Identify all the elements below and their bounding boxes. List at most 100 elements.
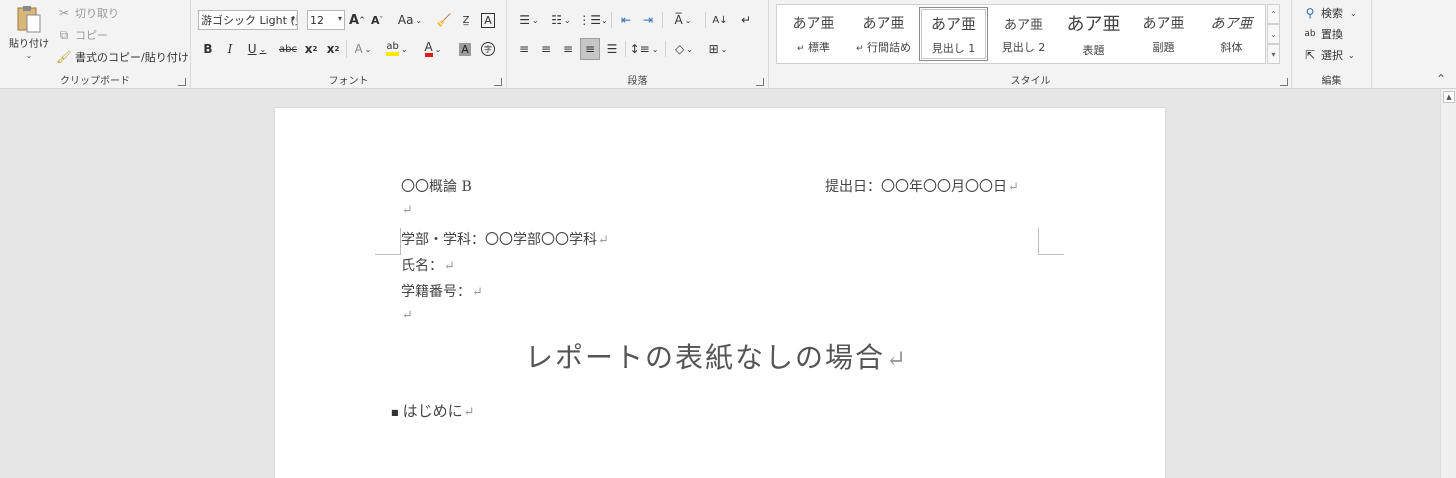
paste-icon — [16, 4, 42, 34]
copy-label: コピー — [75, 29, 108, 42]
superscript-button[interactable]: x2 — [325, 39, 341, 59]
highlight-color-icon[interactable]: ab ⌄ — [383, 39, 411, 59]
paste-label: 貼り付け — [9, 39, 49, 50]
replace-button[interactable]: ab 置換 — [1302, 26, 1343, 42]
change-case-label: Aa — [397, 13, 414, 27]
paragraph-dialog-launcher[interactable] — [756, 78, 764, 86]
scroll-up-arrow-icon[interactable]: ▲ — [1443, 91, 1455, 103]
strikethrough-label: abc — [279, 43, 297, 55]
grow-font-button[interactable]: A ^ — [349, 10, 365, 30]
show-formatting-marks-icon[interactable]: ↵ — [737, 10, 755, 30]
divider — [662, 12, 663, 28]
clear-formatting-icon[interactable]: 🧹 — [435, 10, 453, 30]
submission-date: 提出日：〇〇年〇〇月〇〇日↵ — [825, 179, 1019, 195]
divider — [346, 40, 347, 58]
editing-group-label: 編集 — [1321, 76, 1342, 87]
chevron-down-icon: ▾ — [337, 14, 342, 23]
styles-label-area: スタイル — [769, 0, 1292, 89]
clipboard-group-label: クリップボード — [60, 76, 130, 87]
font-dialog-launcher[interactable] — [494, 78, 502, 86]
crop-mark — [1038, 228, 1064, 255]
strikethrough-button[interactable]: abc — [277, 39, 299, 59]
paragraph-group-label: 段落 — [627, 76, 648, 87]
document-page[interactable]: 〇〇概論 B 提出日：〇〇年〇〇月〇〇日↵ ↵ 学部・学科：〇〇学部〇〇学科↵ … — [275, 108, 1165, 478]
chevron-down-icon: ⌄ — [25, 51, 33, 60]
name-line: 氏名：↵ — [401, 258, 455, 274]
borders-icon[interactable]: ⊞ ⌄ — [703, 39, 733, 59]
select-button[interactable]: ⇱ 選択 ⌄ — [1302, 47, 1355, 63]
document-title: レポートの表紙なしの場合↵ — [525, 341, 909, 374]
styles-group-label: スタイル — [1010, 76, 1051, 87]
replace-label: 置換 — [1321, 28, 1343, 41]
divider — [625, 41, 626, 57]
crop-mark — [375, 228, 401, 255]
cut-button[interactable]: ✂ 切り取り — [56, 5, 119, 21]
font-group: 游ゴシック Light (見 ▾ 12 ▾ A ^ Aˇ Aa ⌄ 🧹 Z̲ A B… — [191, 0, 507, 89]
align-right-icon[interactable]: ≡ — [559, 39, 577, 59]
chevron-down-icon: ▾ — [290, 14, 295, 23]
chevron-down-icon: ⌄ — [1350, 8, 1357, 18]
character-spacing-icon[interactable]: A̅ ⌄ — [667, 10, 699, 30]
align-left-icon[interactable]: ≡ — [515, 39, 533, 59]
subscript-button[interactable]: x2 — [303, 39, 319, 59]
bullets-icon[interactable]: ☰ ⌄ — [515, 10, 543, 30]
bullet-marker-icon: ■ — [391, 407, 399, 417]
heading-introduction: ■ はじめに↵ — [391, 402, 475, 420]
superscript-label: x — [326, 42, 335, 56]
student-id-line: 学籍番号：↵ — [401, 284, 483, 300]
font-name-combo[interactable]: 游ゴシック Light (見 ▾ — [198, 10, 298, 30]
font-group-label: フォント — [328, 76, 369, 87]
clipboard-group: 貼り付け ⌄ ✂ 切り取り ⧉ コピー 🖌 書式のコピー/貼り付け クリップボー… — [0, 0, 191, 89]
font-name-value: 游ゴシック Light (見 — [201, 14, 298, 27]
font-color-icon[interactable]: A ⌄ — [419, 39, 447, 59]
collapse-ribbon-button[interactable]: ⌃ — [1436, 72, 1446, 86]
line-spacing-icon[interactable]: ↕≡ ⌄ — [629, 39, 659, 59]
divider — [665, 41, 666, 57]
italic-label: I — [227, 42, 233, 56]
ribbon: 貼り付け ⌄ ✂ 切り取り ⧉ コピー 🖌 書式のコピー/貼り付け クリップボー… — [0, 0, 1456, 89]
italic-button[interactable]: I — [223, 39, 237, 59]
empty-paragraph: ↵ — [402, 308, 413, 323]
numbering-icon[interactable]: ☷ ⌄ — [547, 10, 575, 30]
paintbrush-icon: 🖌 — [56, 50, 72, 64]
sort-icon[interactable]: A↓ — [711, 10, 729, 30]
paste-button[interactable]: 貼り付け ⌄ — [6, 4, 52, 66]
styles-dialog-launcher[interactable] — [1280, 78, 1288, 86]
find-label: 検索 — [1321, 7, 1343, 20]
change-case-button[interactable]: Aa ⌄ — [395, 10, 425, 30]
select-label: 選択 — [1321, 49, 1343, 62]
justify-icon[interactable]: ≡ — [580, 38, 600, 60]
cursor-arrow-icon: ⇱ — [1304, 48, 1316, 62]
scissors-icon: ✂ — [58, 6, 70, 20]
font-size-value: 12 — [310, 13, 324, 27]
distributed-icon[interactable]: ☰ — [603, 39, 621, 59]
replace-icon: ab — [1304, 28, 1316, 39]
vertical-scrollbar[interactable]: ▲ — [1440, 89, 1456, 478]
underline-button[interactable]: U ⌄ — [245, 39, 269, 59]
find-button[interactable]: ⚲ 検索 ⌄ — [1302, 5, 1357, 21]
phonetic-guide-icon[interactable]: Z̲ — [457, 10, 475, 30]
text-effects-icon[interactable]: A ⌄ — [351, 39, 375, 59]
divider — [611, 12, 612, 28]
format-painter-label: 書式のコピー/貼り付け — [75, 51, 189, 64]
course-name: 〇〇概論 B — [401, 179, 472, 195]
increase-indent-icon[interactable]: ⇥ — [639, 10, 657, 30]
shrink-font-label: A — [370, 13, 380, 27]
decrease-indent-icon[interactable]: ⇤ — [617, 10, 635, 30]
character-shading-icon[interactable]: A — [457, 39, 473, 59]
shading-icon[interactable]: ◇ ⌄ — [669, 39, 699, 59]
font-size-combo[interactable]: 12 ▾ — [307, 10, 345, 30]
bold-button[interactable]: B — [201, 39, 215, 59]
copy-button[interactable]: ⧉ コピー — [56, 27, 108, 43]
format-painter-button[interactable]: 🖌 書式のコピー/貼り付け — [56, 49, 189, 65]
editing-group: ⚲ 検索 ⌄ ab 置換 ⇱ 選択 ⌄ 編集 — [1292, 0, 1372, 89]
shrink-font-button[interactable]: Aˇ — [369, 10, 385, 30]
clipboard-dialog-launcher[interactable] — [178, 78, 186, 86]
chevron-down-icon: ⌄ — [1348, 50, 1355, 60]
multilevel-list-icon[interactable]: ⋮☰ ⌄ — [578, 10, 607, 30]
enclose-characters-icon[interactable]: 字 — [479, 39, 497, 59]
subscript-label: x — [304, 42, 313, 56]
character-border-icon[interactable]: A — [479, 10, 497, 30]
align-center-icon[interactable]: ≡ — [537, 39, 555, 59]
empty-paragraph: ↵ — [402, 203, 413, 218]
